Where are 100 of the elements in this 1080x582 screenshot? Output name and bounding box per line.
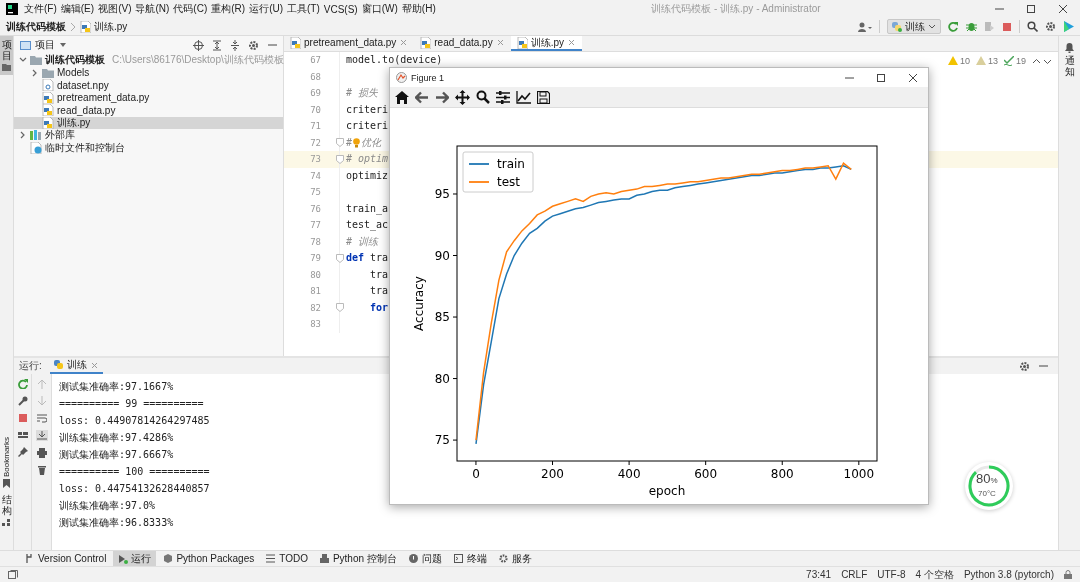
- side-tab[interactable]: 通知: [1063, 40, 1076, 80]
- print-icon[interactable]: [36, 448, 47, 458]
- restore-icon[interactable]: [1026, 4, 1036, 14]
- settings-icon[interactable]: [1019, 360, 1030, 372]
- pin-icon[interactable]: [17, 447, 28, 457]
- menu-item[interactable]: 重构(R): [209, 2, 248, 16]
- bug-icon[interactable]: [966, 21, 977, 32]
- side-tab[interactable]: 结构: [0, 491, 13, 530]
- editor-tab[interactable]: read_data.py: [414, 36, 511, 51]
- folder-icon: [2, 63, 11, 72]
- menu-item[interactable]: 代码(C): [171, 2, 210, 16]
- sliders-icon[interactable]: [496, 90, 510, 104]
- caret-icon: [59, 41, 67, 49]
- wrench-icon[interactable]: [17, 396, 28, 406]
- tree-item[interactable]: 外部库: [14, 129, 283, 142]
- menu-item[interactable]: 运行(U): [247, 2, 286, 16]
- lightbulb-icon[interactable]: [353, 137, 361, 148]
- lock-icon[interactable]: [1064, 570, 1072, 579]
- search-icon[interactable]: [1027, 21, 1038, 32]
- status-item[interactable]: Python 3.8 (pytorch): [963, 569, 1054, 580]
- tree-item[interactable]: 临时文件和控制台: [14, 141, 283, 154]
- inspection-count[interactable]: 13: [975, 56, 998, 66]
- chevron-right-icon[interactable]: [30, 67, 39, 78]
- status-item[interactable]: 4 个空格: [915, 567, 954, 582]
- plugin-logo-icon[interactable]: [1063, 21, 1074, 32]
- breadcrumb-item[interactable]: 训练.py: [80, 19, 128, 34]
- stop-icon[interactable]: [17, 413, 28, 423]
- chevron-up-icon[interactable]: [1032, 56, 1041, 66]
- side-tab[interactable]: Bookmarks: [0, 434, 13, 491]
- user-icon[interactable]: [858, 21, 872, 32]
- menu-item[interactable]: 帮助(H): [399, 2, 438, 16]
- tool-window-button[interactable]: 终端: [448, 550, 492, 567]
- arrow-left-icon[interactable]: [415, 90, 429, 104]
- menu-item[interactable]: VCS(S): [321, 3, 360, 15]
- tool-window-button[interactable]: 运行: [113, 550, 157, 567]
- inspection-count[interactable]: 10: [947, 56, 970, 66]
- layout-icon[interactable]: [17, 430, 28, 440]
- expand-all-icon[interactable]: [212, 39, 222, 51]
- inspection-count[interactable]: 19: [1004, 56, 1026, 66]
- python-file-icon: [42, 104, 54, 117]
- code-text: test_ac: [346, 219, 389, 232]
- fold-marker-icon[interactable]: [336, 303, 344, 313]
- tree-item[interactable]: 训练代码模板 C:\Users\86176\Desktop\训练代码模板: [14, 54, 283, 67]
- console-line: loss: 0.44754132628440857: [59, 482, 210, 496]
- line-chart-icon[interactable]: [516, 90, 531, 104]
- menu-item[interactable]: 工具(T): [285, 2, 322, 16]
- fold-marker-icon[interactable]: [336, 253, 344, 263]
- tree-item[interactable]: dataset.npy: [14, 79, 283, 92]
- menu-item[interactable]: 导航(N): [133, 2, 172, 16]
- tool-window-button[interactable]: TODO: [261, 550, 313, 567]
- tool-window-button[interactable]: 服务: [493, 550, 537, 567]
- axis-title: Accuracy: [412, 276, 426, 331]
- soft-wrap-icon[interactable]: [36, 413, 47, 423]
- collapse-all-icon[interactable]: [230, 39, 240, 51]
- settings-icon[interactable]: [248, 39, 259, 51]
- stop-icon[interactable]: [1002, 21, 1012, 32]
- line-number: 72: [309, 137, 321, 148]
- panel-toggle-icon[interactable]: [8, 569, 18, 580]
- home-icon[interactable]: [395, 90, 409, 104]
- trash-icon[interactable]: [36, 465, 47, 475]
- run-configuration-dropdown[interactable]: 训练: [887, 19, 941, 34]
- chevron-right-icon[interactable]: [18, 130, 27, 141]
- editor-tab[interactable]: pretreament_data.py: [284, 36, 415, 51]
- zoom-icon[interactable]: [476, 90, 490, 104]
- arrow-right-icon[interactable]: [435, 90, 449, 104]
- fold-marker-icon[interactable]: [336, 138, 344, 148]
- bell-icon: [1065, 43, 1074, 53]
- rerun-icon[interactable]: [17, 379, 28, 389]
- scroll-to-end-icon[interactable]: [35, 430, 48, 441]
- line-number: 67: [309, 55, 321, 66]
- breadcrumb-item[interactable]: 训练代码模板: [6, 19, 66, 34]
- status-item[interactable]: 73:41: [806, 569, 832, 580]
- panel-title-dropdown[interactable]: 项目: [20, 38, 67, 52]
- locate-icon[interactable]: [193, 39, 204, 51]
- status-item[interactable]: UTF-8: [877, 569, 906, 580]
- menu-item[interactable]: 编辑(E): [58, 2, 97, 16]
- close-icon[interactable]: [908, 72, 918, 83]
- tool-window-button[interactable]: 问题: [403, 550, 447, 567]
- rerun-icon[interactable]: [948, 21, 959, 32]
- tree-item[interactable]: pretreament_data.py: [14, 91, 283, 104]
- pan-icon[interactable]: [455, 89, 470, 105]
- editor-tab[interactable]: 训练.py: [510, 36, 582, 51]
- settings-icon[interactable]: [1045, 21, 1056, 32]
- tree-item[interactable]: 训练.py: [14, 116, 283, 129]
- side-tab[interactable]: 项目: [0, 36, 13, 75]
- close-icon[interactable]: [1058, 4, 1068, 14]
- fold-marker-icon[interactable]: [336, 154, 344, 164]
- tree-item[interactable]: read_data.py: [14, 104, 283, 117]
- maximize-icon[interactable]: [876, 72, 886, 83]
- run-tab[interactable]: 训练: [49, 358, 103, 374]
- tree-item[interactable]: Models: [14, 66, 283, 79]
- menu-item[interactable]: 文件(F): [22, 2, 59, 16]
- tool-window-button[interactable]: Version Control: [20, 550, 112, 567]
- status-item[interactable]: CRLF: [841, 569, 868, 580]
- save-icon[interactable]: [537, 90, 550, 104]
- menu-item[interactable]: 窗口(W): [359, 2, 400, 16]
- code-text: criteri: [346, 103, 389, 116]
- tool-window-button[interactable]: Python Packages: [158, 550, 260, 567]
- menu-item[interactable]: 视图(V): [96, 2, 134, 16]
- tool-window-button[interactable]: Python 控制台: [314, 550, 402, 567]
